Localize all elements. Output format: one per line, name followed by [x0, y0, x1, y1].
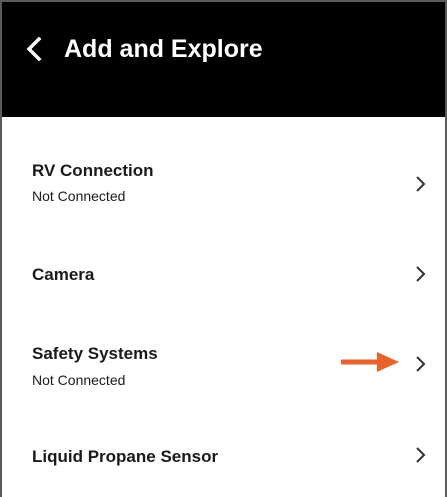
- list-item-title: Liquid Propane Sensor: [32, 447, 219, 466]
- chevron-right-icon: [415, 174, 427, 194]
- page-title: Add and Explore: [64, 35, 263, 63]
- list-item-camera[interactable]: Camera: [2, 247, 445, 299]
- list-item-liquid-propane-sensor[interactable]: Liquid Propane Sensor: [2, 427, 445, 487]
- list-item-rv-connection[interactable]: RV Connection Not Connected: [2, 145, 445, 215]
- list-item-subtitle: Not Connected: [32, 188, 126, 204]
- chevron-right-icon: [415, 445, 427, 465]
- list-item-title: RV Connection: [32, 161, 154, 180]
- app-screen: Add and Explore RV Connection Not Connec…: [0, 0, 447, 497]
- chevron-right-icon: [415, 354, 427, 374]
- app-header: Add and Explore: [2, 2, 445, 117]
- arrow-right-icon: [341, 351, 399, 373]
- list-item-title: Safety Systems: [32, 344, 158, 363]
- list-item-safety-systems[interactable]: Safety Systems Not Connected: [2, 327, 445, 397]
- back-button[interactable]: [22, 32, 46, 66]
- chevron-right-icon: [415, 264, 427, 284]
- list-item-title: Camera: [32, 265, 95, 284]
- list-item-subtitle: Not Connected: [32, 372, 126, 388]
- chevron-left-icon: [26, 37, 42, 61]
